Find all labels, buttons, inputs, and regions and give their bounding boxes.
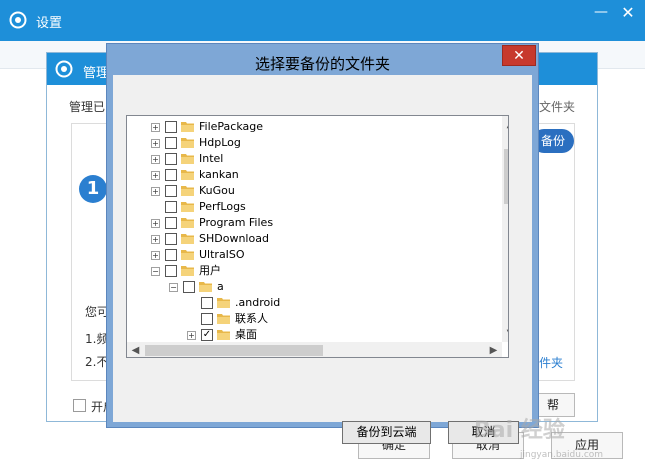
tree-row[interactable]: + ✓ 桌面 [127,327,497,343]
folder-label: .android [235,296,281,309]
folder-checkbox[interactable] [183,281,195,293]
expand-icon[interactable]: + [151,123,160,132]
folder-checkbox[interactable] [165,265,177,277]
folder-icon [181,170,194,180]
folder-checkbox[interactable] [165,169,177,181]
folder-checkbox[interactable] [165,249,177,261]
gear-icon [9,11,27,29]
expand-icon[interactable]: + [151,219,160,228]
collapse-icon[interactable]: − [151,267,160,276]
folder-checkbox[interactable] [165,201,177,213]
chooser-close-button[interactable]: ✕ [502,45,536,66]
folder-icon [181,202,194,212]
folder-icon [181,122,194,132]
folder-label: kankan [199,168,239,181]
folder-link[interactable]: 件夹 [539,354,563,371]
folder-label: 联系人 [235,312,268,325]
folder-icon [181,186,194,196]
folder-checkbox[interactable] [201,297,213,309]
folder-checkbox[interactable] [165,217,177,229]
folder-icon [181,154,194,164]
collapse-icon[interactable]: − [169,283,178,292]
tree-row[interactable]: PerfLogs [127,199,497,215]
expand-icon[interactable]: + [151,139,160,148]
backup-to-cloud-button[interactable]: 备份到云端 [342,421,431,444]
folder-label: KuGou [199,184,235,197]
folder-icon [181,218,194,228]
folder-checkbox[interactable] [165,121,177,133]
folder-checkbox[interactable]: ✓ [201,329,213,341]
chooser-title: 选择要备份的文件夹 [254,55,390,73]
folder-icon [181,266,194,276]
enable-checkbox[interactable] [73,399,86,412]
folder-icon [217,330,230,340]
folder-label: Program Files [199,216,274,229]
expand-icon[interactable]: + [187,331,196,340]
folder-icon [181,234,194,244]
folder-label: HdpLog [199,136,241,149]
close-button[interactable]: ✕ [614,2,642,26]
folder-chooser-dialog: 选择要备份的文件夹 ✕ +我的文档+✓桌面联系人.android−a−用户+Ul… [106,43,539,444]
folder-icon [181,138,194,148]
chooser-client-area: +我的文档+✓桌面联系人.android−a−用户+UltraISO+SHDow… [113,75,532,444]
manage-heading: 管理已 [69,100,106,114]
folder-label: Intel [199,152,224,165]
folder-label: UltraISO [199,248,245,261]
folder-checkbox[interactable] [201,313,213,325]
tree-row[interactable]: − a [127,279,497,295]
horizontal-scrollbar[interactable]: ◀ ▶ [127,342,502,357]
watermark-url: jingyan.baidu.com [520,450,604,460]
info-line-3: 2.不 [85,355,109,369]
folder-label: 桌面 [235,328,257,341]
vertical-scroll-thumb[interactable] [504,149,508,204]
tree-row[interactable]: − 用户 [127,263,497,279]
settings-titlebar: 设置 — ✕ [0,0,645,41]
folder-icon [181,250,194,260]
folder-label: 文件夹 [539,100,576,114]
tree-row[interactable]: + kankan [127,167,497,183]
expand-icon[interactable]: + [151,155,160,164]
folder-icon [199,282,212,292]
folder-label: PerfLogs [199,200,246,213]
tree-row[interactable]: .android [127,295,497,311]
folder-icon [217,314,230,324]
folder-checkbox[interactable] [165,233,177,245]
vertical-scrollbar[interactable]: ▲ ▼ [502,116,508,342]
scroll-left-arrow-icon[interactable]: ◀ [127,342,144,357]
scroll-down-arrow-icon[interactable]: ▼ [502,325,508,342]
folder-checkbox[interactable] [165,153,177,165]
step-number-badge: 1 [79,175,107,203]
tree-row[interactable]: + Intel [127,151,497,167]
expand-icon[interactable]: + [151,251,160,260]
tree-row[interactable]: 联系人 [127,311,497,327]
folder-label: SHDownload [199,232,269,245]
folder-tree: +我的文档+✓桌面联系人.android−a−用户+UltraISO+SHDow… [126,115,509,358]
watermark-logo: Bai 经验 [474,418,565,443]
scroll-right-arrow-icon[interactable]: ▶ [485,342,502,357]
tree-row[interactable]: + UltraISO [127,247,497,263]
expand-icon[interactable]: + [151,235,160,244]
tree-row[interactable]: + HdpLog [127,135,497,151]
folder-label: 用户 [199,264,221,277]
expand-icon[interactable]: + [151,171,160,180]
tree-row[interactable]: + KuGou [127,183,497,199]
tree-row[interactable]: + SHDownload [127,231,497,247]
folder-label: FilePackage [199,120,264,133]
scroll-up-arrow-icon[interactable]: ▲ [502,116,508,133]
tree-row[interactable]: + FilePackage [127,119,497,135]
gear-icon [55,60,73,78]
folder-checkbox[interactable] [165,137,177,149]
folder-checkbox[interactable] [165,185,177,197]
info-line-2: 1.频 [85,332,109,346]
tree-row[interactable]: + Program Files [127,215,497,231]
settings-title: 设置 [36,16,63,31]
expand-icon[interactable]: + [151,187,160,196]
folder-icon [217,298,230,308]
horizontal-scroll-thumb[interactable] [145,345,323,356]
minimize-button[interactable]: — [588,2,614,26]
folder-label: a [217,280,224,293]
